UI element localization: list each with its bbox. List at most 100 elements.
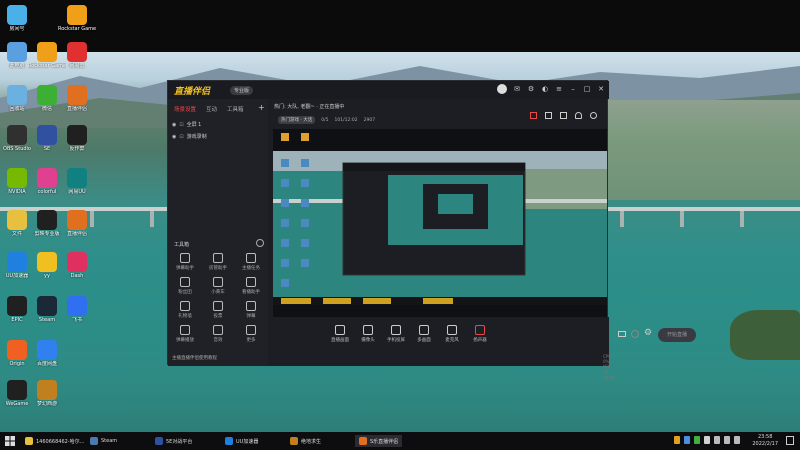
tool-label: 看播助手 [242, 290, 260, 295]
settings-icon[interactable]: ⚙ [644, 328, 652, 338]
tool-item[interactable]: 主播任务 [236, 253, 266, 271]
steam-icon [37, 296, 57, 316]
desktop-icon[interactable]: 直播伴侣 [58, 85, 96, 112]
close-icon[interactable]: ✕ [597, 85, 605, 93]
eye-icon[interactable]: ◉ [172, 134, 176, 140]
tool-item[interactable]: 投票 [203, 301, 233, 319]
tray-app-icon[interactable] [674, 436, 680, 444]
desktop-icon[interactable]: Rockstar Games L... [58, 5, 96, 32]
desktop-icon[interactable]: 网易UU [58, 168, 96, 195]
color-icon [37, 168, 57, 188]
tool-icon [246, 253, 256, 263]
add-scene-icon[interactable]: + [258, 103, 265, 112]
desktop-icon[interactable]: 飞书 [58, 296, 96, 323]
taskbar-item[interactable]: 绝地求生 [290, 435, 321, 447]
share-icon[interactable] [590, 112, 597, 119]
tool-item[interactable]: 弹幕 [236, 301, 266, 319]
desktop-icon[interactable]: 反作弊 [58, 125, 96, 152]
toolbox-more-icon[interactable] [256, 239, 264, 247]
tool-icon [180, 301, 190, 311]
status-line: CPU 0% 帧率 30 00:00 [603, 354, 615, 380]
tab-scene[interactable]: 场景设置 [174, 105, 196, 113]
tool-item[interactable]: 礼物墙 [170, 301, 200, 319]
app-icon [67, 85, 87, 105]
record-icon[interactable] [560, 112, 567, 119]
tool-item[interactable]: 小黄车 [203, 277, 233, 295]
microphone-button[interactable]: 麦克风 [440, 325, 464, 343]
tool-label: 音效 [213, 338, 223, 343]
windows-start-icon[interactable] [5, 436, 15, 446]
control-label: 扬声器 [473, 338, 487, 343]
clock[interactable]: 23:58 2022/2/17 [752, 434, 778, 448]
taskbar-item[interactable]: UU加速器 [225, 435, 258, 447]
5e-icon [155, 437, 163, 445]
tool-item[interactable]: 看播助手 [236, 277, 266, 295]
go-live-button[interactable]: 开始直播 [658, 328, 696, 342]
desktop-icon-label: 反作弊 [69, 146, 85, 152]
tray-app-icon[interactable] [684, 436, 690, 444]
tab-interact[interactable]: 互动 [206, 105, 217, 113]
eye-icon[interactable]: ◉ [172, 122, 176, 128]
tool-item[interactable]: 房管助手 [203, 253, 233, 271]
lock-icon[interactable]: ⊡ [179, 134, 183, 140]
taskbar-item-label: S乐直播伴侣 [370, 438, 399, 445]
desktop-icon[interactable]: Dash [58, 252, 96, 279]
wechat-icon [37, 85, 57, 105]
live-companion-window[interactable]: 直播伴侣 专业版 ✉ ⚙ ◐ ≡ – □ ✕ 场景设置 互动 工具箱 + ◉ ⊡… [167, 80, 696, 380]
avatar[interactable] [497, 84, 507, 94]
bell-icon[interactable] [575, 112, 582, 119]
tool-icon [180, 253, 190, 263]
taskbar-item[interactable]: Steam [90, 435, 117, 447]
stream-title[interactable]: 热门: 大队, 老翻~ · 正在直播中 [274, 103, 344, 110]
network-icon[interactable] [714, 436, 720, 444]
notification-icon[interactable] [786, 436, 794, 445]
tool-item[interactable]: 更多 [236, 325, 266, 343]
desktop-icon[interactable]: 百度网盘 [28, 340, 66, 367]
screen-button[interactable]: 直播画面 [328, 325, 352, 343]
scene-item[interactable]: ◉ ⊡ 全屏 1 [172, 121, 201, 129]
app-icon [359, 437, 367, 445]
tray-app-icon[interactable] [704, 436, 710, 444]
title-bar[interactable]: 直播伴侣 专业版 ✉ ⚙ ◐ ≡ – □ ✕ [168, 81, 609, 99]
uu-icon [225, 437, 233, 445]
header-icons [530, 112, 597, 119]
menu-icon[interactable]: ≡ [555, 85, 563, 93]
taskbar-item[interactable]: S乐直播伴侣 [355, 435, 403, 447]
lock-icon[interactable]: ⊡ [179, 122, 183, 128]
minimize-icon[interactable]: – [569, 85, 577, 93]
taskbar-item-label: Steam [101, 438, 118, 444]
category-tag[interactable]: 热门游戏 · 大话 [278, 116, 316, 124]
desktop-icon-label: 网易UU [68, 189, 86, 195]
taskbar-item[interactable]: 1460668462-哈尔... [25, 435, 84, 447]
stream-preview[interactable] [273, 129, 607, 317]
multi-view-button[interactable]: 多画面 [412, 325, 436, 343]
gift-icon[interactable] [530, 112, 537, 119]
tool-item[interactable]: 弹幕助手 [170, 253, 200, 271]
ime-icon[interactable] [734, 436, 740, 444]
desktop-icon[interactable]: 网易云 [58, 42, 96, 69]
camera-button[interactable]: 摄像头 [356, 325, 380, 343]
tool-item[interactable]: 弹幕播放 [170, 325, 200, 343]
speaker-button[interactable]: 扬声器 [468, 325, 492, 343]
phone-cast-button[interactable]: 手机投屏 [384, 325, 408, 343]
camera-toggle-icon[interactable] [618, 331, 626, 337]
settings-icon[interactable]: ⚙ [527, 85, 535, 93]
beauty-icon[interactable] [631, 330, 639, 338]
tool-item[interactable]: 粉丝团 [170, 277, 200, 295]
desktop-icon[interactable]: 梦幻西游 [28, 380, 66, 407]
lock-icon[interactable] [545, 112, 552, 119]
scene-item[interactable]: ◉ ⊡ 游戏录制 [172, 133, 207, 141]
maximize-icon[interactable]: □ [583, 85, 591, 93]
tray-app-icon[interactable] [694, 436, 700, 444]
tutorial-link[interactable]: 主播直播伴侣使用教程 [172, 355, 217, 361]
message-icon[interactable]: ✉ [513, 85, 521, 93]
tool-item[interactable]: 音效 [203, 325, 233, 343]
skin-icon[interactable]: ◐ [541, 85, 549, 93]
taskbar-item[interactable]: 5E对战平台 [155, 435, 192, 447]
desktop-icon[interactable]: 房间号 [0, 5, 36, 32]
taskbar-item-label: 1460668462-哈尔... [36, 438, 85, 445]
volume-icon[interactable] [724, 436, 730, 444]
tab-tools[interactable]: 工具箱 [227, 105, 244, 113]
recycle-icon [7, 85, 27, 105]
desktop-icon[interactable]: 直播伴侣 [58, 210, 96, 237]
